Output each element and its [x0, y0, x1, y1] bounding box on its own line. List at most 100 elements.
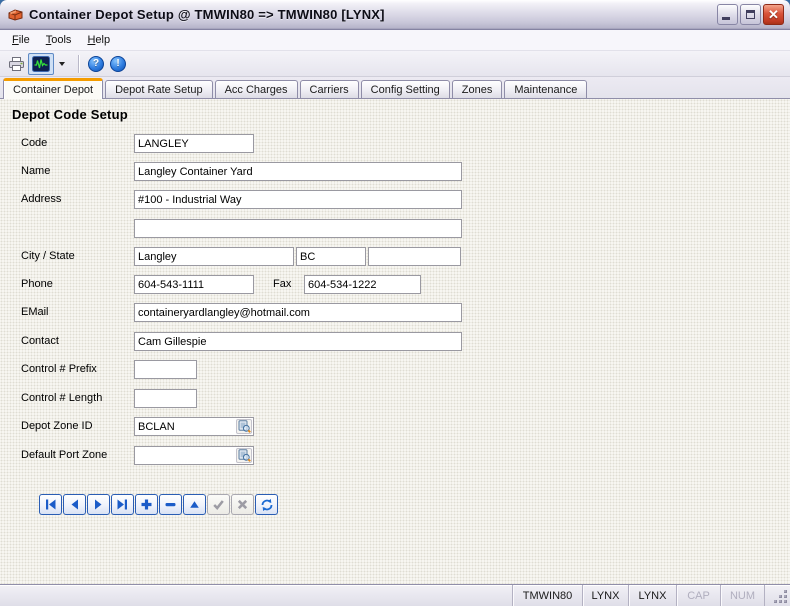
edit-record-icon	[188, 498, 201, 511]
monitor-dropdown-button[interactable]	[54, 53, 72, 75]
control-prefix-label: Control # Prefix	[21, 363, 97, 375]
address-line1-input[interactable]	[134, 190, 462, 209]
nav-delete-button[interactable]	[159, 494, 182, 515]
nav-cancel-button	[231, 494, 254, 515]
contact-label: Contact	[21, 335, 59, 347]
state-input[interactable]	[296, 247, 366, 266]
nav-last-button[interactable]	[111, 494, 134, 515]
fax-label: Fax	[273, 278, 291, 290]
resize-grip[interactable]	[764, 585, 790, 606]
nav-first-button[interactable]	[39, 494, 62, 515]
delete-record-icon	[164, 498, 177, 511]
nav-prior-button[interactable]	[63, 494, 86, 515]
default-port-zone-field	[134, 446, 254, 465]
grip-dot	[784, 590, 787, 593]
grip-dot	[784, 595, 787, 598]
printer-icon	[8, 56, 25, 72]
about-button[interactable]: !	[107, 53, 129, 75]
info-icon: !	[110, 56, 126, 72]
name-label: Name	[21, 165, 50, 177]
menu-help[interactable]: Help	[79, 32, 118, 48]
address-line2-input[interactable]	[134, 219, 462, 238]
menu-tools[interactable]: Tools	[38, 32, 80, 48]
email-label: EMail	[21, 306, 49, 318]
toolbar: ? !	[0, 51, 790, 77]
tab-zones[interactable]: Zones	[452, 80, 503, 98]
address-label: Address	[21, 193, 61, 205]
status-panel-company: LYNX	[582, 585, 628, 606]
tab-acc-charges[interactable]: Acc Charges	[215, 80, 298, 98]
close-icon: ✕	[768, 8, 779, 21]
depot-zone-field	[134, 417, 254, 436]
nav-next-button[interactable]	[87, 494, 110, 515]
status-panel-numlock: NUM	[720, 585, 764, 606]
help-icon: ?	[88, 56, 104, 72]
tab-container-depot[interactable]: Container Depot	[3, 78, 103, 99]
control-length-input[interactable]	[134, 389, 197, 408]
name-input[interactable]	[134, 162, 462, 181]
monitor-icon	[32, 56, 50, 72]
prior-record-icon	[68, 498, 81, 511]
minimize-icon	[722, 17, 730, 20]
dropdown-arrow-icon	[59, 62, 65, 66]
depot-code-setup-panel: Depot Code Setup Code Name Address City …	[0, 98, 790, 584]
tab-config-setting[interactable]: Config Setting	[361, 80, 450, 98]
next-record-icon	[92, 498, 105, 511]
tab-depot-rate-setup[interactable]: Depot Rate Setup	[105, 80, 212, 98]
city-input[interactable]	[134, 247, 294, 266]
default-port-zone-lookup-button[interactable]	[236, 448, 252, 463]
city-state-label: City / State	[21, 250, 75, 262]
maximize-button[interactable]	[740, 4, 761, 25]
statusbar: TMWIN80 LYNX LYNX CAP NUM	[0, 584, 790, 606]
email-input[interactable]	[134, 303, 462, 322]
minimize-button[interactable]	[717, 4, 738, 25]
grip-dot	[774, 600, 777, 603]
close-button[interactable]: ✕	[763, 4, 784, 25]
refresh-icon	[260, 498, 274, 512]
monitor-button[interactable]	[28, 53, 54, 75]
grip-dot	[779, 600, 782, 603]
record-navigator	[39, 494, 278, 515]
cancel-edit-icon	[236, 498, 249, 511]
phone-label: Phone	[21, 278, 53, 290]
titlebar: Container Depot Setup @ TMWIN80 => TMWIN…	[0, 0, 790, 30]
status-panel-capslock: CAP	[676, 585, 720, 606]
last-record-icon	[116, 498, 129, 511]
code-input[interactable]	[134, 134, 254, 153]
first-record-icon	[44, 498, 57, 511]
fax-input[interactable]	[304, 275, 421, 294]
lookup-icon	[238, 420, 251, 433]
contact-input[interactable]	[134, 332, 462, 351]
control-length-label: Control # Length	[21, 392, 102, 404]
crate-icon	[7, 7, 24, 22]
nav-insert-button[interactable]	[135, 494, 158, 515]
tab-maintenance[interactable]: Maintenance	[504, 80, 587, 98]
menubar: File Tools Help	[0, 30, 790, 51]
city-extra-input[interactable]	[368, 247, 461, 266]
tabbar: Container Depot Depot Rate Setup Acc Cha…	[0, 77, 790, 98]
nav-edit-button[interactable]	[183, 494, 206, 515]
control-prefix-input[interactable]	[134, 360, 197, 379]
window-title: Container Depot Setup @ TMWIN80 => TMWIN…	[29, 7, 717, 22]
maximize-icon	[746, 10, 755, 19]
code-label: Code	[21, 137, 47, 149]
grip-dot	[779, 595, 782, 598]
lookup-icon	[238, 449, 251, 462]
depot-zone-label: Depot Zone ID	[21, 420, 93, 432]
tab-carriers[interactable]: Carriers	[300, 80, 359, 98]
default-port-zone-label: Default Port Zone	[21, 449, 107, 461]
nav-refresh-button[interactable]	[255, 494, 278, 515]
status-panel-main	[0, 585, 512, 606]
help-button[interactable]: ?	[85, 53, 107, 75]
toolbar-separator	[78, 55, 79, 73]
grip-dot	[784, 600, 787, 603]
insert-record-icon	[140, 498, 153, 511]
status-panel-system: TMWIN80	[512, 585, 582, 606]
app-window: Container Depot Setup @ TMWIN80 => TMWIN…	[0, 0, 790, 606]
depot-zone-lookup-button[interactable]	[236, 419, 252, 434]
phone-input[interactable]	[134, 275, 254, 294]
print-button[interactable]	[5, 53, 28, 75]
status-panel-user: LYNX	[628, 585, 676, 606]
nav-post-button	[207, 494, 230, 515]
menu-file[interactable]: File	[4, 32, 38, 48]
